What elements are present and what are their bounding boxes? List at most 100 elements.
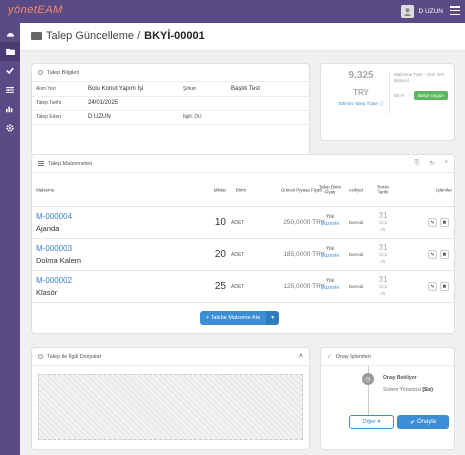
quantity: 25 bbox=[214, 281, 226, 292]
gear-icon[interactable] bbox=[0, 118, 20, 137]
folder-open-icon bbox=[31, 32, 42, 40]
check-icon: ✔ bbox=[409, 419, 415, 426]
page-title: Talep Güncelleme / BKYİ-00001 bbox=[31, 30, 205, 42]
budget-code: BKYİ bbox=[394, 93, 405, 98]
date-year: 25 bbox=[380, 259, 386, 264]
brand-logo[interactable]: yönetEAM bbox=[8, 4, 63, 16]
request-price-value: Yok bbox=[325, 246, 335, 252]
approve-button[interactable]: ✔ Onayla bbox=[397, 415, 449, 429]
request-price-value: Yok bbox=[325, 214, 335, 220]
date-month: Oca bbox=[378, 252, 388, 257]
unit: ADET bbox=[231, 252, 245, 258]
title-code: BKYİ-00001 bbox=[144, 30, 205, 42]
market-price: 185,0000 TRY bbox=[283, 251, 325, 258]
edit-icon[interactable]: ✎ bbox=[428, 250, 437, 259]
edit-price-link[interactable]: Düzenle bbox=[321, 285, 339, 291]
budget-label: Malzeme Türü - Alım Yeri Bütçesi bbox=[394, 72, 445, 83]
priority: Normal bbox=[348, 220, 364, 225]
label bbox=[179, 96, 227, 111]
paperclip-icon bbox=[38, 354, 43, 359]
material-name: Klasör bbox=[36, 288, 58, 297]
edit-icon[interactable]: ✎ bbox=[428, 282, 437, 291]
market-price: 250,0000 TRY bbox=[283, 219, 325, 226]
request-info-card: Talep Bilgileri Alım Yeri Bolu Konut Yap… bbox=[31, 63, 310, 157]
edit-price-link[interactable]: Düzenle bbox=[321, 253, 339, 259]
date-year: 25 bbox=[380, 227, 386, 232]
col-header: Temin Tarihi bbox=[376, 184, 389, 195]
materials-header: Talep Malzemeleri ⎘ ↻ ˄ bbox=[32, 155, 454, 173]
info-table: Alım Yeri Bolu Konut Yapım İşi Şirket Ba… bbox=[32, 82, 309, 125]
request-price: Yok Düzenle bbox=[317, 246, 343, 260]
list-icon bbox=[38, 161, 44, 166]
files-header: Talep ile İlgili Dosyalar ˄ bbox=[32, 348, 309, 366]
info-title: Talep Bilgileri bbox=[47, 69, 80, 76]
amount-label[interactable]: Tahmini Talep Tutarı ⓘ bbox=[336, 101, 386, 107]
refresh-icon[interactable]: ↻ bbox=[429, 160, 434, 167]
priority: Normal bbox=[348, 252, 364, 257]
title-prefix: Talep Güncelleme / bbox=[46, 30, 141, 42]
info-row: Alım Yeri Bolu Konut Yapım İşi Şirket Ba… bbox=[32, 82, 309, 97]
chevron-down-icon[interactable]: ▾ bbox=[266, 311, 280, 325]
date-month: Oca bbox=[378, 220, 388, 225]
approve-label: Onayla bbox=[417, 419, 437, 425]
currency: TRY bbox=[353, 88, 369, 97]
export-icon[interactable]: ⎘ bbox=[415, 160, 420, 167]
market-price: 125,0000 TRY bbox=[283, 283, 325, 290]
edit-price-link[interactable]: Düzenle bbox=[321, 221, 339, 227]
delete-icon[interactable]: ✖ bbox=[440, 250, 449, 259]
clock-icon: ◷ bbox=[362, 373, 374, 385]
date-month: Oca bbox=[378, 284, 388, 289]
user-menu[interactable]: D UZUN bbox=[401, 5, 443, 18]
assign-material-button[interactable]: + Talebe Malzeme Ata bbox=[200, 311, 267, 325]
table-row: M-000003 Dolma Kalem 20 ADET 185,0000 TR… bbox=[32, 239, 454, 271]
avatar bbox=[401, 5, 415, 18]
label: Talep Eden bbox=[32, 110, 84, 125]
folder-icon[interactable] bbox=[0, 42, 20, 61]
bar-chart-icon[interactable] bbox=[0, 99, 20, 118]
unit: ADET bbox=[231, 220, 245, 226]
table-header: Malzeme Miktar Birim Güncel Piyasa Fiyat… bbox=[32, 173, 454, 207]
material-code-link[interactable]: M-000002 bbox=[36, 276, 72, 285]
value bbox=[227, 110, 309, 125]
approver: Sistem Yöneticisi (Siz) bbox=[383, 387, 433, 393]
request-price: Yok Düzenle bbox=[317, 278, 343, 292]
edit-icon[interactable]: ✎ bbox=[428, 218, 437, 227]
quantity: 10 bbox=[214, 217, 226, 228]
approver-name: Sistem Yöneticisi bbox=[383, 387, 421, 393]
approval-card: ✓ Onay İşlemleri ◷ Onay Bekliyor Sistem … bbox=[320, 347, 455, 450]
supply-date: 31 Oca 25 bbox=[372, 242, 394, 265]
hamburger-menu-icon[interactable] bbox=[450, 6, 460, 15]
delete-icon[interactable]: ✖ bbox=[440, 218, 449, 227]
material-code-link[interactable]: M-000004 bbox=[36, 212, 72, 221]
dashboard-icon[interactable] bbox=[0, 23, 20, 42]
other-actions-button[interactable]: Diğer ▾ bbox=[349, 415, 394, 429]
check-icon: ✓ bbox=[327, 353, 332, 360]
col-header: Güncel Piyasa Fiyatı bbox=[280, 186, 322, 192]
table-row: M-000004 Ajanda 10 ADET 250,0000 TRY Yok… bbox=[32, 207, 454, 239]
label: İlgili: DU bbox=[179, 110, 227, 125]
top-bar: yönetEAM D UZUN bbox=[0, 0, 465, 23]
collapse-icon[interactable]: ˄ bbox=[299, 353, 303, 360]
divider bbox=[389, 72, 390, 114]
budget-status-badge: Bütçe Uygun bbox=[414, 91, 448, 100]
delete-icon[interactable]: ✖ bbox=[440, 282, 449, 291]
label: Şirket bbox=[179, 82, 227, 97]
label: Alım Yeri bbox=[32, 82, 84, 97]
col-header: Malzeme bbox=[36, 186, 55, 192]
col-header: İşlemler bbox=[436, 186, 452, 192]
materials-card: Talep Malzemeleri ⎘ ↻ ˄ Malzeme Miktar B… bbox=[31, 154, 455, 334]
value: 24/01/2025 bbox=[84, 96, 179, 111]
check-icon[interactable] bbox=[0, 61, 20, 80]
collapse-icon[interactable]: ˄ bbox=[444, 160, 448, 167]
unit: ADET bbox=[231, 284, 245, 290]
info-row: Talep Tarihi 24/01/2025 bbox=[32, 96, 309, 111]
user-name: D UZUN bbox=[418, 8, 443, 15]
material-code-link[interactable]: M-000003 bbox=[36, 244, 72, 253]
sliders-icon[interactable] bbox=[0, 80, 20, 99]
file-dropzone[interactable] bbox=[38, 374, 303, 440]
material-name: Ajanda bbox=[36, 224, 60, 233]
quantity: 20 bbox=[214, 249, 226, 260]
value: Başlık Test bbox=[227, 82, 309, 97]
sidebar bbox=[0, 23, 20, 455]
assign-material-button-group: + Talebe Malzeme Ata ▾ bbox=[200, 311, 280, 325]
